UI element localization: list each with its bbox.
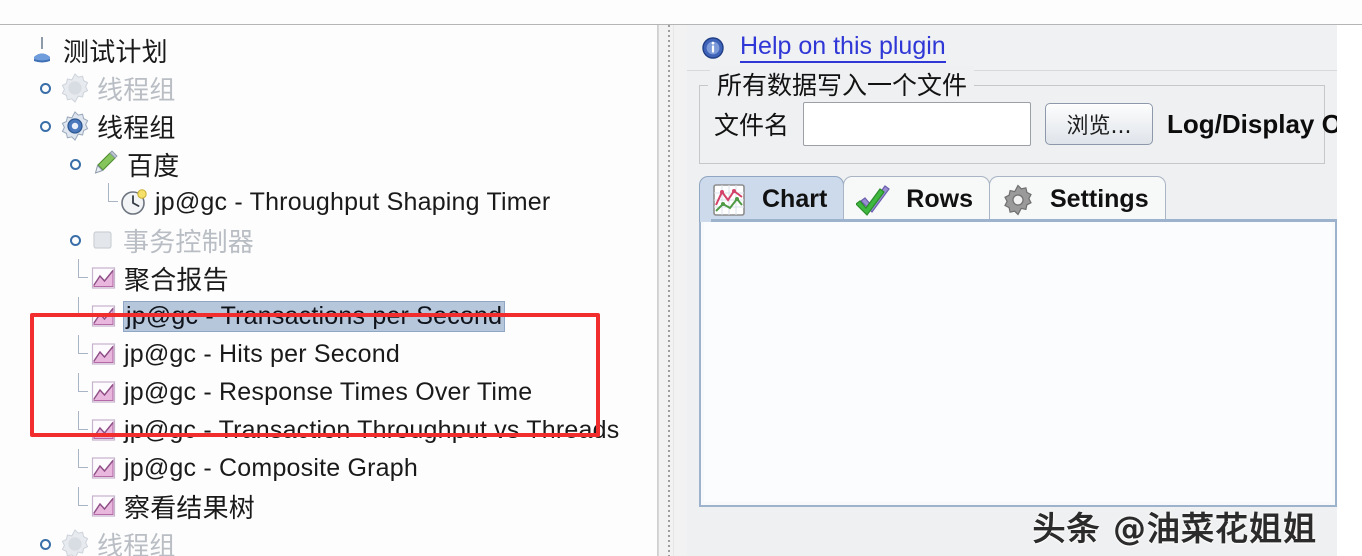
split-divider[interactable] [658,25,688,556]
file-output-group-title: 所有数据写入一个文件 [710,66,975,102]
listener-chart-icon [90,417,117,443]
listener-chart-icon [90,341,117,367]
tree-toggle-collapsed-icon[interactable] [40,538,51,550]
tree-toggle-expanded-icon[interactable] [70,158,81,170]
tree-item-label: 百度 [127,151,180,182]
split-divider-line [673,25,674,556]
filename-input[interactable] [803,102,1032,146]
tree-item-7[interactable]: jp@gc - Transactions per Second [0,297,657,335]
group-border-left [700,85,708,86]
tab-chart[interactable]: Chart [699,176,845,222]
listener-tabs: Chart Rows Settings [699,174,1337,222]
tree-item-label: 事务控制器 [123,227,255,258]
tree-item-8[interactable]: jp@gc - Hits per Second [0,335,657,373]
help-bar: Help on this plugin [687,25,1337,71]
thread-group-disabled-icon [60,73,90,103]
listener-chart-icon [90,265,117,291]
tab-rows[interactable]: Rows [843,176,990,222]
timer-icon [120,188,148,216]
tree-item-label: jp@gc - Throughput Shaping Timer [155,187,551,216]
watermark: 头条 @油菜花姐姐 [1032,509,1317,548]
window-right-margin [1338,25,1362,556]
tree-elbow [100,183,118,221]
browse-button[interactable]: 浏览... [1045,103,1154,145]
tree-item-label: 测试计划 [63,37,168,68]
split-divider-grip [668,25,672,556]
listener-chart-icon [90,493,117,519]
http-sampler-icon [90,149,120,179]
tree-item-label: jp@gc - Transaction Throughput vs Thread… [124,415,620,444]
listener-chart-icon [90,303,117,329]
chart-icon [712,183,746,217]
tree-item-11[interactable]: jp@gc - Composite Graph [0,449,657,487]
tree-item-4[interactable]: jp@gc - Throughput Shaping Timer [0,183,657,221]
tree-toggle-collapsed-icon[interactable] [40,82,51,94]
test-plan-tree-pane[interactable]: 测试计划 线程组 线程组 百度 jp@gc - Throughput Shaping T… [0,25,658,556]
tree-item-2[interactable]: 线程组 [0,107,657,145]
tree-elbow [70,297,88,335]
tree-elbow [70,487,88,525]
toolbar-strip [0,0,1362,25]
tree-item-label: 线程组 [97,75,176,106]
thread-group-icon [60,111,90,141]
tree-item-label: 察看结果树 [124,493,256,524]
tree-item-10[interactable]: jp@gc - Transaction Throughput vs Thread… [0,411,657,449]
log-display-only-label: Log/Display On [1167,108,1337,139]
tree-item-label: 线程组 [97,531,176,556]
test-plan-icon [30,35,56,65]
tree-item-label: jp@gc - Hits per Second [124,339,400,368]
tree-item-6[interactable]: 聚合报告 [0,259,657,297]
transaction-controller-icon [90,227,116,253]
tree-item-3[interactable]: 百度 [0,145,657,183]
tree-item-5[interactable]: 事务控制器 [0,221,657,259]
filename-label: 文件名 [714,111,790,140]
tree-item-9[interactable]: jp@gc - Response Times Over Time [0,373,657,411]
listener-chart-icon [90,455,117,481]
tab-settings[interactable]: Settings [988,176,1166,222]
tree-elbow [70,373,88,411]
tree-item-0[interactable]: 测试计划 [0,31,657,69]
help-link-label: Help on this plugin [740,32,946,63]
listener-config-panel: Help on this plugin 所有数据写入一个文件 文件名 浏览...… [687,25,1337,556]
tree-elbow [70,259,88,297]
info-icon [701,36,725,60]
tree-toggle-collapsed-icon[interactable] [70,234,81,246]
tree-toggle-expanded-icon[interactable] [40,120,51,132]
tree-item-label: 聚合报告 [124,265,229,296]
tree-elbow [70,411,88,449]
tab-content-panel [699,222,1337,507]
tree-item-label: jp@gc - Transactions per Second [122,300,506,332]
chart-canvas[interactable] [704,222,1332,502]
jmeter-window: 测试计划 线程组 线程组 百度 jp@gc - Throughput Shaping T… [0,0,1362,556]
tree-elbow [70,335,88,373]
thread-group-disabled-icon [60,529,90,556]
tab-label: Rows [906,185,973,213]
tree-item-12[interactable]: 察看结果树 [0,487,657,525]
listener-chart-icon [90,379,117,405]
tree-item-label: jp@gc - Response Times Over Time [124,377,533,406]
tree-item-label: 线程组 [97,113,176,144]
group-border-right [950,85,1324,86]
checkmarks-icon [856,184,891,216]
test-plan-tree: 测试计划 线程组 线程组 百度 jp@gc - Throughput Shaping T… [0,25,657,556]
tab-label: Settings [1049,185,1149,213]
help-on-this-plugin-link[interactable]: Help on this plugin [701,32,946,63]
tree-elbow [70,449,88,487]
tree-item-13[interactable]: 线程组 [0,525,657,556]
tree-item-label: jp@gc - Composite Graph [124,453,418,482]
file-output-group: 所有数据写入一个文件 文件名 浏览... Log/Display On [699,66,1337,164]
tab-label: Chart [762,185,828,213]
tree-item-1[interactable]: 线程组 [0,69,657,107]
gear-icon [1002,184,1034,216]
